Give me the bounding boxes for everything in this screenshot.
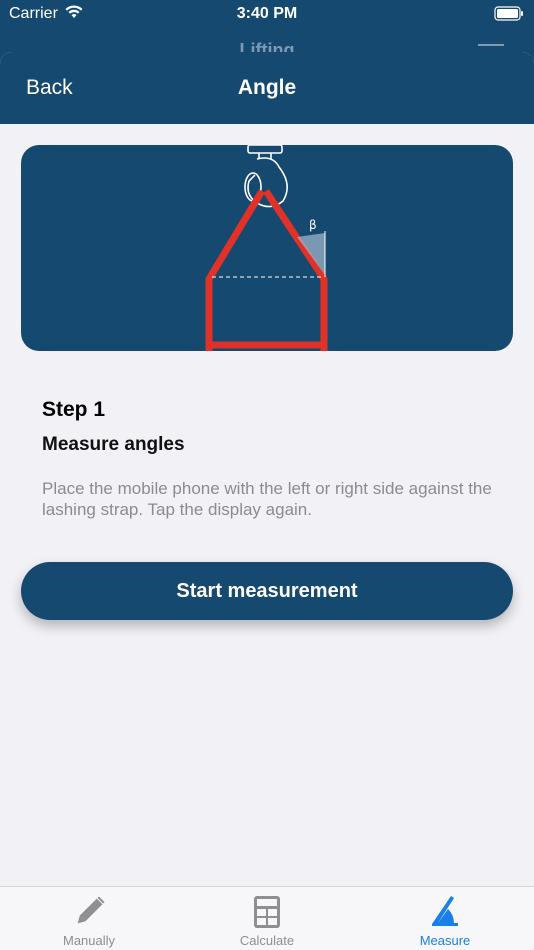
status-bar: Carrier 3:40 PM xyxy=(0,0,534,30)
tab-calculate-label: Calculate xyxy=(239,933,295,948)
angle-measure-icon xyxy=(356,895,534,929)
tab-measure[interactable]: Measure xyxy=(356,887,534,950)
tab-calculate[interactable]: Calculate xyxy=(178,887,356,950)
tab-manually[interactable]: Manually xyxy=(0,887,178,950)
angle-beta-label: β xyxy=(309,218,317,232)
calculator-icon xyxy=(178,895,356,929)
page-title: Angle xyxy=(237,76,297,99)
pencil-icon xyxy=(0,895,178,929)
tab-manually-label: Manually xyxy=(62,933,116,948)
battery-icon xyxy=(494,6,524,26)
lashing-strap-shape xyxy=(205,189,328,351)
navigation-bar: Back Angle xyxy=(0,52,534,124)
lifting-angle-illustration: β xyxy=(21,145,513,351)
step-description: Place the mobile phone with the left or … xyxy=(42,479,492,519)
modal-sheet: Back Angle β Step 1 Measure angles Place… xyxy=(0,52,534,950)
menu-icon xyxy=(478,44,504,46)
clock: 3:40 PM xyxy=(236,5,298,22)
tab-bar: Manually Calculate Measure xyxy=(0,886,534,950)
tab-measure-label: Measure xyxy=(419,933,471,948)
step-title: Step 1 xyxy=(42,398,106,421)
start-measurement-button[interactable]: Start measurement xyxy=(21,562,513,620)
step-subtitle: Measure angles xyxy=(42,434,185,455)
